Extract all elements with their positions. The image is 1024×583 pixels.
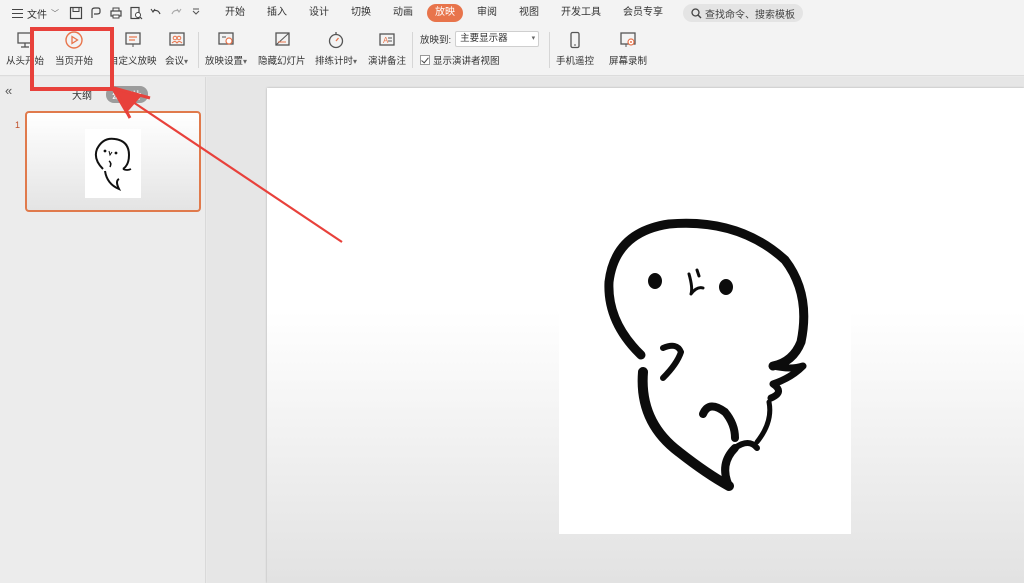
play-circle-icon [63, 30, 85, 50]
tab-review[interactable]: 审阅 [469, 4, 505, 22]
slide-number: 1 [15, 120, 21, 130]
meeting-button[interactable]: 会议▾ [165, 30, 188, 70]
speaker-notes-button[interactable]: A 演讲备注 [368, 30, 406, 70]
tab-home[interactable]: 开始 [217, 4, 253, 22]
print-preview-icon[interactable] [129, 6, 143, 20]
command-search[interactable]: 查找命令、搜索模板 [683, 4, 803, 22]
search-icon [691, 7, 702, 18]
stopwatch-icon [325, 30, 347, 50]
speaker-notes-label: 演讲备注 [368, 56, 407, 67]
from-start-button[interactable]: 从头开始 [6, 30, 44, 70]
rehearse-timings-label: 排练计时▾ [315, 56, 358, 67]
tab-insert[interactable]: 插入 [259, 4, 295, 22]
display-select-value: 主要显示器 [460, 33, 508, 44]
file-menu[interactable]: 文件 ﹀ [0, 0, 59, 26]
ribbon-separator [412, 32, 413, 68]
panel-tabs: 大纲 幻灯片 [66, 86, 148, 103]
file-menu-label: 文件 [27, 9, 47, 21]
hide-slide-button[interactable]: 隐藏幻灯片 [258, 30, 306, 70]
ribbon-separator [549, 32, 550, 68]
slide-picture[interactable] [559, 152, 851, 534]
slideshow-ribbon: 从头开始 当页开始 自定义放映 会议▾ 放映设置▾ 隐藏幻灯片 排练计时▾ A … [0, 26, 1024, 76]
hide-slide-icon [271, 30, 293, 50]
tab-transitions[interactable]: 切换 [343, 4, 379, 22]
play-to-group: 放映到: 主要显示器 ▾ [420, 31, 540, 47]
meeting-icon [166, 30, 188, 50]
presenter-view-toggle[interactable]: 显示演讲者视图 [420, 53, 500, 67]
ribbon-tabs: 开始 插入 设计 切换 动画 放映 审阅 视图 开发工具 会员专享 [217, 4, 677, 22]
notes-icon: A [376, 30, 398, 50]
quick-access-toolbar [69, 6, 203, 20]
rehearse-timings-button[interactable]: 排练计时▾ [315, 30, 357, 70]
tab-design[interactable]: 设计 [301, 4, 337, 22]
custom-show-button[interactable]: 自定义放映 [109, 30, 157, 70]
hamburger-icon [12, 8, 23, 18]
save-icon[interactable] [69, 6, 83, 20]
from-start-label: 从头开始 [6, 56, 45, 67]
tab-slideshow[interactable]: 放映 [427, 4, 463, 22]
tab-slides[interactable]: 幻灯片 [106, 86, 148, 103]
slide-panel: « 大纲 幻灯片 1 [0, 77, 206, 583]
phone-remote-label: 手机遥控 [556, 56, 595, 67]
tab-member[interactable]: 会员专享 [615, 4, 671, 22]
from-current-button[interactable]: 当页开始 [55, 30, 93, 70]
print-icon[interactable] [109, 6, 123, 20]
tab-outline[interactable]: 大纲 [66, 86, 98, 103]
tab-developer[interactable]: 开发工具 [553, 4, 609, 22]
ribbon-separator [198, 32, 199, 68]
undo-icon[interactable] [149, 6, 163, 20]
display-select[interactable]: 主要显示器 ▾ [455, 31, 540, 47]
collapse-panel-icon[interactable]: « [5, 83, 12, 98]
thumbnail-picture [85, 129, 141, 198]
ghost-drawing [604, 218, 809, 491]
tab-view[interactable]: 视图 [511, 4, 547, 22]
custom-show-icon [122, 30, 144, 50]
screen-record-label: 屏幕录制 [609, 56, 648, 67]
settings-monitor-icon [215, 30, 237, 50]
slide-thumbnail[interactable] [25, 111, 201, 212]
play-to-label: 放映到: [420, 35, 452, 46]
screen-record-button[interactable]: 屏幕录制 [609, 30, 647, 70]
hide-slide-label: 隐藏幻灯片 [258, 56, 306, 67]
show-settings-button[interactable]: 放映设置▾ [205, 30, 247, 70]
meeting-label: 会议▾ [165, 56, 189, 67]
customize-toolbar-icon[interactable] [189, 6, 203, 20]
screen-record-icon [617, 30, 639, 50]
phone-icon [564, 30, 586, 50]
presenter-view-label: 显示演讲者视图 [433, 56, 500, 67]
chevron-down-icon: ▾ [531, 35, 536, 42]
from-current-label: 当页开始 [55, 56, 94, 67]
monitor-play-icon [14, 30, 36, 50]
search-label: 查找命令、搜索模板 [705, 9, 795, 21]
phone-remote-button[interactable]: 手机遥控 [556, 30, 594, 70]
presenter-view-checkbox[interactable] [420, 55, 430, 65]
show-settings-label: 放映设置▾ [205, 56, 248, 67]
custom-show-label: 自定义放映 [109, 56, 157, 67]
chevron-down-icon: ﹀ [51, 8, 59, 18]
menu-bar: 文件 ﹀ 开始 插入 设计 切换 动画 放映 审阅 视图 开发工具 会员专享 查… [0, 0, 1024, 26]
tab-animations[interactable]: 动画 [385, 4, 421, 22]
save-as-icon[interactable] [89, 6, 103, 20]
redo-icon[interactable] [169, 6, 183, 20]
